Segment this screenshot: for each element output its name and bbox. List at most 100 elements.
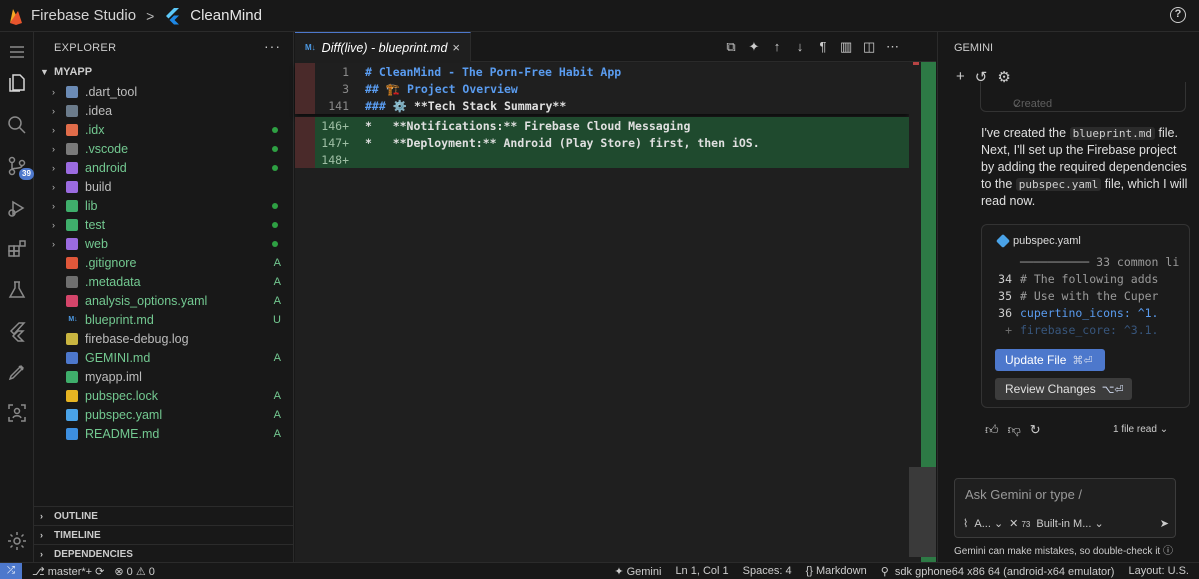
diff-overview-ruler[interactable] bbox=[909, 62, 936, 562]
file-change-card: pubspec.yaml ────────── 33 common li 34 #… bbox=[981, 224, 1190, 408]
thumbs-up-icon[interactable]: 👍︎ bbox=[985, 422, 999, 438]
info-icon[interactable]: ⓘ bbox=[1163, 546, 1173, 557]
flutter-panel-icon[interactable] bbox=[5, 319, 29, 343]
section-timeline[interactable]: › TIMELINE bbox=[34, 525, 293, 544]
open-preview-icon[interactable]: ⧉ bbox=[725, 39, 737, 55]
indentation[interactable]: Spaces: 4 bbox=[743, 565, 792, 578]
run-debug-icon[interactable] bbox=[5, 196, 29, 220]
file-item[interactable]: README.md A bbox=[34, 424, 293, 443]
design-pen-icon[interactable] bbox=[5, 360, 29, 384]
workspace-root[interactable]: ▼ MYAPP bbox=[40, 66, 92, 78]
file-item[interactable]: myapp.iml bbox=[34, 367, 293, 386]
git-status-badge: A bbox=[273, 408, 281, 421]
file-item[interactable]: firebase-debug.log bbox=[34, 329, 293, 348]
folder-item[interactable]: › .idx bbox=[34, 120, 293, 139]
folder-icon bbox=[66, 218, 78, 231]
folder-item[interactable]: › .idea bbox=[34, 101, 293, 120]
more-actions-icon[interactable]: ⋯ bbox=[886, 39, 899, 55]
device-icon: ⚲ bbox=[880, 565, 889, 578]
chevron-right-icon: › bbox=[52, 219, 55, 230]
folder-item[interactable]: › android bbox=[34, 158, 293, 177]
arrow-up-icon[interactable]: ↑ bbox=[771, 39, 783, 55]
tree-item-label: .vscode bbox=[85, 141, 129, 156]
gemini-status[interactable]: ✦ Gemini bbox=[614, 565, 661, 578]
files-read-toggle[interactable]: 1 file read ⌄ bbox=[1113, 424, 1168, 435]
source-control-icon[interactable]: 39 bbox=[5, 154, 34, 180]
extensions-icon[interactable] bbox=[5, 237, 29, 261]
file-item[interactable]: M↓ blueprint.md U bbox=[34, 310, 293, 329]
split-editor-icon[interactable]: ◫ bbox=[863, 39, 875, 55]
folder-item[interactable]: › .dart_tool bbox=[34, 82, 293, 101]
testing-flask-icon[interactable] bbox=[5, 278, 29, 302]
folder-item[interactable]: › .vscode bbox=[34, 139, 293, 158]
code-line: 36 cupertino_icons: ^1. bbox=[998, 306, 1159, 320]
tree-item-label: .metadata bbox=[85, 274, 141, 289]
gemini-chat-input[interactable]: Ask Gemini or type / ⌇ A... ⌄ ✕ 73 Built… bbox=[954, 478, 1176, 538]
disclaimer-note: Gemini can make mistakes, so double-chec… bbox=[954, 546, 1173, 557]
remote-indicator-icon[interactable]: ⤮ bbox=[0, 562, 22, 579]
gemini-title: GEMINI bbox=[954, 42, 994, 54]
more-actions-icon[interactable]: ··· bbox=[264, 38, 281, 54]
pilcrow-icon[interactable]: ¶ bbox=[817, 39, 829, 55]
help-icon[interactable]: ? bbox=[1170, 7, 1186, 23]
folder-item[interactable]: › lib bbox=[34, 196, 293, 215]
explorer-files-icon[interactable] bbox=[5, 71, 29, 95]
keyboard-layout[interactable]: Layout: U.S. bbox=[1128, 565, 1189, 578]
review-changes-button[interactable]: Review Changes ⌥⏎ bbox=[995, 378, 1132, 400]
tab-diff-blueprint[interactable]: M↓ Diff(live) - blueprint.md × bbox=[295, 32, 471, 62]
retry-icon[interactable]: ↻ bbox=[1030, 422, 1041, 438]
branch-icon: ⎇ bbox=[32, 565, 45, 578]
status-bar: ⤮ ⎇ master*+ ⟳ ⊗ 0 ⚠ 0 ✦ Gemini Ln 1, Co… bbox=[0, 562, 1199, 579]
folder-item[interactable]: › web bbox=[34, 234, 293, 253]
file-item[interactable]: .gitignore A bbox=[34, 253, 293, 272]
language-mode[interactable]: {} Markdown bbox=[806, 565, 867, 578]
scrollbar-thumb[interactable] bbox=[909, 467, 936, 557]
menu-icon[interactable] bbox=[5, 40, 29, 64]
send-icon[interactable]: ➤ bbox=[1160, 517, 1169, 530]
cursor-position[interactable]: Ln 1, Col 1 bbox=[675, 565, 728, 578]
project-name[interactable]: CleanMind bbox=[190, 7, 262, 24]
tree-item-label: .idx bbox=[85, 122, 105, 137]
file-item[interactable]: pubspec.yaml A bbox=[34, 405, 293, 424]
git-status-badge: A bbox=[273, 275, 281, 288]
preview-scan-icon[interactable] bbox=[5, 401, 29, 425]
map-icon[interactable]: ▥ bbox=[840, 39, 852, 55]
folder-icon bbox=[66, 123, 78, 136]
new-chat-icon[interactable]: + bbox=[956, 68, 965, 86]
tree-item-label: GEMINI.md bbox=[85, 350, 151, 365]
arrow-down-icon[interactable]: ↓ bbox=[794, 39, 806, 55]
code-line: 34 # The following adds bbox=[998, 272, 1159, 286]
git-branch[interactable]: ⎇ master*+ ⟳ bbox=[32, 565, 104, 578]
gemini-sparkle-icon[interactable]: ✦ bbox=[748, 39, 760, 55]
sticky-scroll: 1 # CleanMind - The Porn-Free Habit App … bbox=[295, 63, 909, 114]
file-item[interactable]: GEMINI.md A bbox=[34, 348, 293, 367]
folder-item[interactable]: › build bbox=[34, 177, 293, 196]
modified-dot bbox=[272, 202, 278, 209]
code-line: 35 # Use with the Cuper bbox=[998, 289, 1159, 303]
section-outline[interactable]: › OUTLINE bbox=[34, 506, 293, 525]
update-file-button[interactable]: Update File ⌘⏎ bbox=[995, 349, 1105, 371]
file-item[interactable]: pubspec.lock A bbox=[34, 386, 293, 405]
chevron-right-icon: › bbox=[52, 143, 55, 154]
mode-selector[interactable]: A... ⌄ bbox=[974, 517, 1003, 530]
tools-icon[interactable]: ✕ 73 bbox=[1009, 517, 1030, 530]
section-dependencies[interactable]: › DEPENDENCIES bbox=[34, 544, 293, 563]
app-brand[interactable]: Firebase Studio bbox=[31, 7, 136, 24]
git-status-badge: A bbox=[273, 351, 281, 364]
firebase-logo-icon bbox=[10, 8, 22, 25]
file-icon bbox=[66, 427, 78, 440]
file-item[interactable]: analysis_options.yaml A bbox=[34, 291, 293, 310]
model-selector[interactable]: Built-in M... ⌄ bbox=[1036, 517, 1103, 530]
search-icon[interactable] bbox=[5, 113, 29, 137]
settings-gear-icon[interactable] bbox=[5, 529, 29, 553]
close-icon[interactable]: × bbox=[452, 40, 460, 55]
diff-editor[interactable]: 1 # CleanMind - The Porn-Free Habit App … bbox=[295, 63, 909, 168]
folder-item[interactable]: › test bbox=[34, 215, 293, 234]
file-item[interactable]: .metadata A bbox=[34, 272, 293, 291]
device-selector[interactable]: ⚲ sdk gphone64 x86 64 (android-x64 emula… bbox=[881, 565, 1115, 578]
problems-indicator[interactable]: ⊗ 0 ⚠ 0 bbox=[114, 565, 155, 578]
card-file-name[interactable]: pubspec.yaml bbox=[995, 233, 1081, 249]
thumbs-down-icon[interactable]: 👎︎ bbox=[1008, 422, 1021, 438]
chevron-right-icon: › bbox=[52, 200, 55, 211]
attach-paperclip-icon[interactable]: ⌇ bbox=[963, 517, 968, 530]
